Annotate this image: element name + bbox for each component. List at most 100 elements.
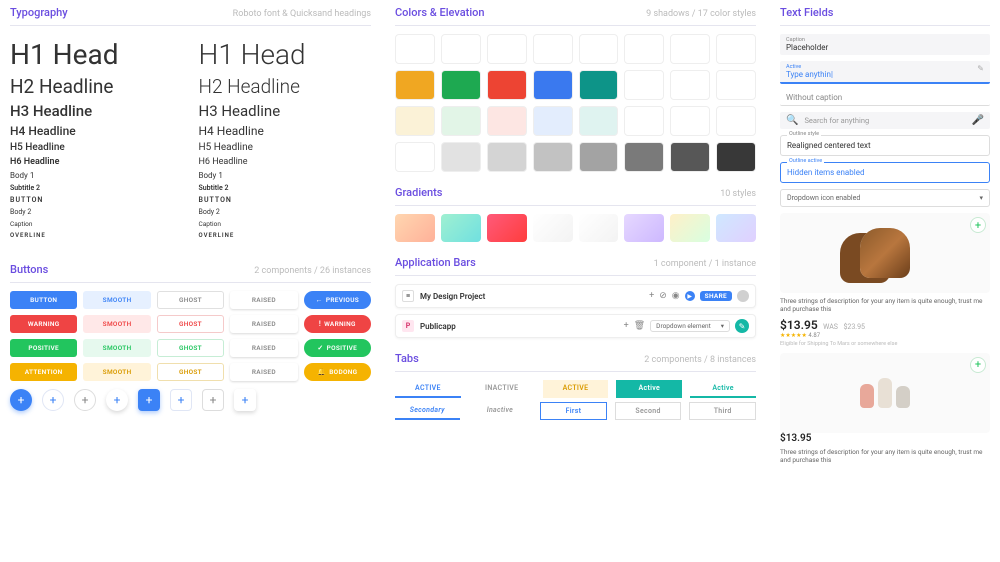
- color-swatch[interactable]: [441, 70, 481, 100]
- fab-square-2[interactable]: +: [202, 389, 224, 411]
- color-swatch[interactable]: [670, 142, 710, 172]
- positive-button-pill[interactable]: ✓POSITIVE: [304, 339, 371, 357]
- color-swatch[interactable]: [579, 70, 619, 100]
- tab-third[interactable]: Third: [689, 402, 756, 420]
- fab-raised[interactable]: +: [106, 389, 128, 411]
- color-swatch[interactable]: [533, 106, 573, 136]
- fab-solid-1[interactable]: +: [10, 389, 32, 411]
- fab-square-raised[interactable]: +: [234, 389, 256, 411]
- warning-button-solid[interactable]: WARNING: [10, 315, 77, 333]
- positive-button-smooth[interactable]: SMOOTH: [83, 339, 150, 357]
- color-swatch[interactable]: [487, 34, 527, 64]
- warning-button-smooth[interactable]: SMOOTH: [83, 315, 150, 333]
- color-swatch[interactable]: [670, 106, 710, 136]
- warning-button-raised[interactable]: RAISED: [230, 315, 297, 333]
- color-swatch[interactable]: [579, 34, 619, 64]
- appbar-dropdown[interactable]: Dropdown element▾: [650, 320, 730, 332]
- button-ghost[interactable]: GHOST: [157, 291, 224, 309]
- gradient-swatch[interactable]: [670, 214, 710, 242]
- attention-button-smooth[interactable]: SMOOTH: [83, 363, 150, 381]
- textfield-active[interactable]: ✎ Active Type anythin|: [780, 61, 990, 84]
- appbar-1-menu-icon[interactable]: ≡: [402, 290, 414, 302]
- attention-button-solid[interactable]: ATTENTION: [10, 363, 77, 381]
- color-swatch[interactable]: [624, 34, 664, 64]
- add-fab-2[interactable]: +: [970, 357, 986, 373]
- color-swatch[interactable]: [716, 106, 756, 136]
- gradient-swatch[interactable]: [487, 214, 527, 242]
- color-swatch[interactable]: [579, 142, 619, 172]
- button-solid[interactable]: BUTTON: [10, 291, 77, 309]
- button-smooth[interactable]: SMOOTH: [83, 291, 150, 309]
- gradient-swatch[interactable]: [395, 214, 435, 242]
- dropdown-field[interactable]: Dropdown icon enabled ▾: [780, 189, 990, 207]
- color-swatch[interactable]: [533, 70, 573, 100]
- eye-icon[interactable]: ◉: [672, 291, 680, 301]
- block-icon[interactable]: ⊘: [659, 291, 667, 301]
- plus-icon-2[interactable]: +: [624, 321, 629, 331]
- button-previous[interactable]: ←PREVIOUS: [304, 291, 371, 309]
- tab-inactive-1[interactable]: INACTIVE: [469, 380, 535, 398]
- tab-amber[interactable]: ACTIVE: [543, 380, 609, 398]
- textfield-plain[interactable]: Without caption: [780, 90, 990, 106]
- tab-secondary[interactable]: Secondary: [395, 402, 460, 420]
- plus-icon[interactable]: +: [649, 291, 654, 301]
- color-swatch[interactable]: [533, 142, 573, 172]
- warning-button-pill[interactable]: !WARNING: [304, 315, 371, 333]
- fab-outline-2[interactable]: +: [74, 389, 96, 411]
- color-swatch[interactable]: [487, 142, 527, 172]
- play-icon[interactable]: ▶: [685, 291, 695, 301]
- positive-button-solid[interactable]: POSITIVE: [10, 339, 77, 357]
- add-fab-1[interactable]: +: [970, 217, 986, 233]
- color-swatch[interactable]: [395, 70, 435, 100]
- color-swatch[interactable]: [716, 142, 756, 172]
- textfield-outline-active[interactable]: Outline active Hidden items enabled: [780, 162, 990, 183]
- fab-outline-1[interactable]: +: [42, 389, 64, 411]
- color-swatch[interactable]: [716, 34, 756, 64]
- tab-teal[interactable]: Active: [616, 380, 682, 398]
- warning-button-ghost[interactable]: GHOST: [157, 315, 224, 333]
- mic-icon[interactable]: 🎤: [972, 115, 984, 126]
- positive-button-raised[interactable]: RAISED: [230, 339, 297, 357]
- color-swatch[interactable]: [395, 106, 435, 136]
- gradient-swatch[interactable]: [533, 214, 573, 242]
- textfield-caption[interactable]: Caption Placeholder: [780, 34, 990, 55]
- gradient-swatch[interactable]: [441, 214, 481, 242]
- color-swatch[interactable]: [624, 70, 664, 100]
- button-raised[interactable]: RAISED: [230, 291, 297, 309]
- tab-teal-underline[interactable]: Active: [690, 380, 756, 398]
- avatar[interactable]: [737, 290, 749, 302]
- color-swatch[interactable]: [533, 34, 573, 64]
- textfield-outline[interactable]: Outline style Realigned centered text: [780, 135, 990, 156]
- color-swatch[interactable]: [395, 142, 435, 172]
- color-swatch[interactable]: [487, 106, 527, 136]
- tab-second[interactable]: Second: [615, 402, 682, 420]
- color-swatch[interactable]: [624, 142, 664, 172]
- color-swatch[interactable]: [487, 70, 527, 100]
- share-button[interactable]: SHARE: [700, 291, 732, 301]
- tab-inactive-2[interactable]: Inactive: [468, 402, 533, 420]
- color-swatch[interactable]: [670, 70, 710, 100]
- color-swatch[interactable]: [579, 106, 619, 136]
- edit-fab[interactable]: ✎: [735, 319, 749, 333]
- textfield-search[interactable]: 🔍 Search for anything 🎤: [780, 112, 990, 129]
- gradient-swatch[interactable]: [624, 214, 664, 242]
- color-swatch[interactable]: [441, 106, 481, 136]
- positive-button-ghost[interactable]: GHOST: [157, 339, 224, 357]
- gradient-swatch[interactable]: [579, 214, 619, 242]
- color-swatch[interactable]: [395, 34, 435, 64]
- fab-square-1[interactable]: +: [170, 389, 192, 411]
- color-swatch[interactable]: [624, 106, 664, 136]
- tab-active-1[interactable]: ACTIVE: [395, 380, 461, 398]
- color-swatch[interactable]: [441, 142, 481, 172]
- attention-button-raised[interactable]: RAISED: [230, 363, 297, 381]
- fab-square-solid[interactable]: +: [138, 389, 160, 411]
- trash-icon[interactable]: 🗑: [634, 321, 645, 331]
- color-swatch[interactable]: [441, 34, 481, 64]
- color-swatch[interactable]: [716, 70, 756, 100]
- attention-button-pill[interactable]: 🔔BODONG: [304, 363, 371, 381]
- attention-button-ghost[interactable]: GHOST: [157, 363, 224, 381]
- color-swatch[interactable]: [670, 34, 710, 64]
- tab-first[interactable]: First: [540, 402, 607, 420]
- gradient-swatch[interactable]: [716, 214, 756, 242]
- pencil-icon[interactable]: ✎: [977, 64, 984, 73]
